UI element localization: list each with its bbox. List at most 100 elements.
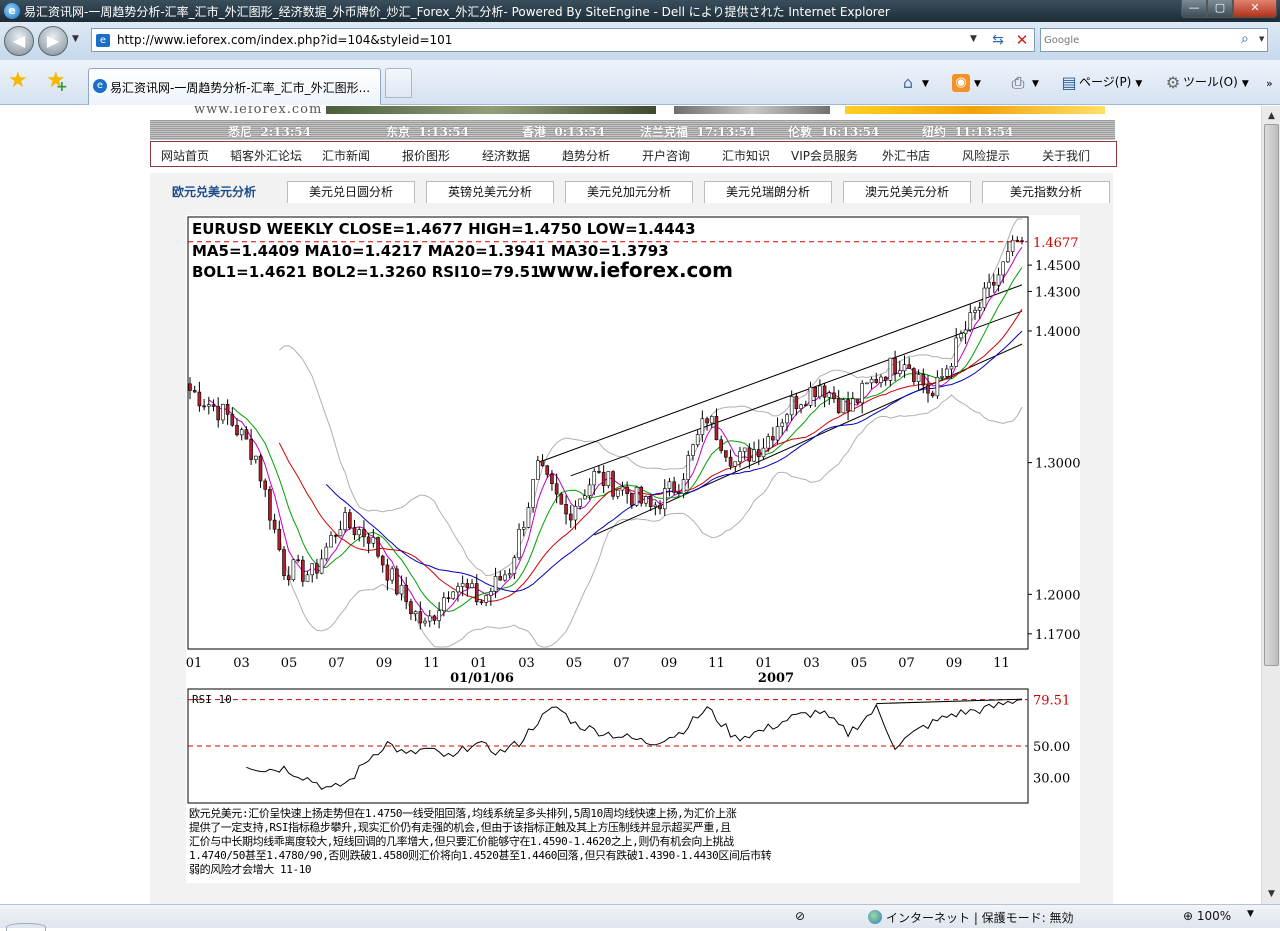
candle-body [996, 274, 1001, 286]
tab-active[interactable]: e 易汇资讯网-一周趋势分析-汇率_汇市_外汇图形... [88, 68, 381, 105]
stop-icon[interactable]: ✕ [1012, 30, 1032, 50]
tab-usdjpy[interactable]: 美元兑日圆分析 [287, 181, 415, 203]
candle-body [719, 439, 723, 451]
page-icon: ▤ [1061, 72, 1077, 92]
tab-usdchf[interactable]: 美元兑瑞朗分析 [704, 181, 832, 203]
favorites-center-icon[interactable]: ★ [8, 70, 28, 92]
site-logo[interactable]: www.ieforex.com [194, 106, 322, 117]
privacy-icon[interactable]: ⊘ [795, 909, 805, 923]
nav-account[interactable]: 开户咨询 [642, 147, 690, 164]
commentary-line: 汇价与中长期均线乖离度较大,短线回调的几率增大,但只要汇价能够守在1.4590-… [189, 835, 734, 848]
zoom-dropdown-icon[interactable]: ▼ [1247, 909, 1254, 919]
nav-about[interactable]: 关于我们 [1042, 147, 1090, 164]
nav-economic-data[interactable]: 经济数据 [482, 147, 530, 164]
page-menu-button[interactable]: ▤ ページ(P) ▼ [1059, 70, 1142, 94]
candle-body [540, 460, 545, 467]
url-dropdown-icon[interactable]: ▼ [970, 34, 977, 44]
clock-newyork: 纽约 11:13:54 [922, 125, 1014, 139]
url-text[interactable]: http://www.ieforex.com/index.php?id=104&… [117, 33, 452, 47]
candle-body [644, 496, 648, 504]
search-box[interactable]: ⌕ ▼ [1040, 28, 1268, 52]
url-field[interactable]: e http://www.ieforex.com/index.php?id=10… [91, 28, 1035, 52]
candle-body [282, 549, 286, 576]
nav-news[interactable]: 汇市新闻 [322, 147, 370, 164]
security-zone[interactable]: インターネット | 保護モード: 無効 [868, 909, 1074, 926]
x-tick-label: 05 [281, 656, 298, 671]
nav-trend-analysis[interactable]: 趋势分析 [562, 147, 610, 164]
tab-audusd[interactable]: 澳元兑美元分析 [843, 181, 971, 203]
vertical-scrollbar[interactable]: ▲ ▼ [1261, 106, 1280, 904]
zoom-level[interactable]: ⊕ 100% [1183, 909, 1231, 923]
candle-body [695, 434, 700, 446]
home-button[interactable]: ⌂ ▼ [898, 70, 929, 94]
window-title-bar[interactable]: e 易汇资讯网-一周趋势分析-汇率_汇市_外汇图形_经济数据_外币牌价_炒汇_F… [0, 0, 1280, 22]
tools-menu-button[interactable]: ⚙ ツール(O) ▼ [1163, 70, 1249, 94]
minimize-button[interactable]: — [1181, 0, 1207, 18]
tab-usdcad[interactable]: 美元兑加元分析 [565, 181, 693, 203]
candle-body [258, 455, 263, 482]
x-tick-label: 11 [993, 656, 1010, 671]
candle-body [395, 568, 399, 595]
y-tick-label: 1.3000 [1035, 457, 1080, 472]
print-button[interactable]: ⎙ ▼ [1008, 70, 1039, 94]
search-input[interactable] [1044, 32, 1234, 48]
banner-ad[interactable] [845, 106, 1105, 114]
search-provider-dropdown-icon[interactable]: ▼ [1259, 35, 1264, 43]
candle-body [568, 513, 573, 521]
candle-body [977, 307, 982, 311]
candle-body [225, 403, 230, 415]
nav-risk[interactable]: 风险提示 [962, 147, 1010, 164]
chart-area: 1.4500 1.4300 1.4000 1.3000 1.2000 1.1700 01 0… [186, 215, 1080, 883]
scroll-down-icon[interactable]: ▼ [1264, 886, 1279, 902]
add-favorites-icon[interactable]: ★ + [46, 70, 68, 96]
banner-ad[interactable] [674, 106, 830, 114]
nav-vip[interactable]: VIP会员服务 [791, 147, 858, 164]
maximize-button[interactable]: ▢ [1207, 0, 1233, 18]
candle-body [404, 584, 409, 602]
feeds-button[interactable]: ◉ ▼ [952, 70, 981, 94]
scroll-thumb[interactable] [1264, 124, 1279, 666]
nav-bookstore[interactable]: 外汇书店 [882, 147, 930, 164]
refresh-icon[interactable]: ⇆ [988, 30, 1008, 50]
back-button[interactable]: ◀ [4, 26, 34, 56]
security-zone-label: インターネット | 保護モード: 無効 [886, 911, 1074, 925]
search-icon[interactable]: ⌕ [1241, 31, 1249, 47]
commentary-line: 1.4740/50甚至1.4780/90,否则跌破1.4580则汇价将向1.45… [189, 849, 772, 862]
nav-home[interactable]: 网站首页 [161, 147, 209, 164]
candle-body [592, 471, 597, 486]
nav-forum[interactable]: 韬客外汇论坛 [230, 147, 302, 164]
chevron-down-icon[interactable]: ▼ [922, 79, 929, 89]
candle-body [343, 512, 347, 531]
tab-usd-index[interactable]: 美元指数分析 [982, 181, 1110, 203]
recent-pages-dropdown-icon[interactable]: ▼ [72, 34, 79, 44]
candle-body [681, 479, 686, 494]
candle-body [822, 385, 827, 398]
new-tab-button[interactable] [385, 68, 412, 98]
tab-gbpusd[interactable]: 英镑兑美元分析 [426, 181, 554, 203]
banner-ad[interactable] [326, 106, 656, 114]
chevron-down-icon[interactable]: ▼ [1032, 79, 1039, 89]
more-commands-icon[interactable]: » [1266, 72, 1273, 96]
chevron-down-icon[interactable]: ▼ [974, 79, 981, 89]
x-tick-label: 05 [851, 656, 868, 671]
candle-body [658, 504, 662, 510]
candle-body [902, 364, 907, 372]
forward-button[interactable]: ▶ [38, 26, 68, 56]
candle-body [625, 486, 629, 494]
candle-body [249, 438, 253, 460]
chart-info-line-1: EURUSD WEEKLY CLOSE=1.4677 HIGH=1.4750 L… [192, 220, 696, 238]
candle-body [775, 426, 780, 441]
nav-quotes[interactable]: 报价图形 [402, 147, 450, 164]
candle-body [216, 406, 221, 421]
nav-knowledge[interactable]: 汇市知识 [722, 147, 770, 164]
tab-eurusd[interactable]: 欧元兑美元分析 [150, 181, 278, 203]
close-window-button[interactable]: ✕ [1233, 0, 1277, 18]
candle-body [879, 376, 883, 383]
candle-body [1015, 239, 1020, 242]
candle-body [413, 611, 418, 615]
scroll-up-icon[interactable]: ▲ [1264, 108, 1279, 124]
commentary-line: 弱的风险才会增大 11-10 [189, 863, 312, 876]
rsi-level-label: 30.00 [1033, 771, 1070, 786]
candle-body [818, 385, 822, 398]
candle-body [465, 583, 470, 588]
